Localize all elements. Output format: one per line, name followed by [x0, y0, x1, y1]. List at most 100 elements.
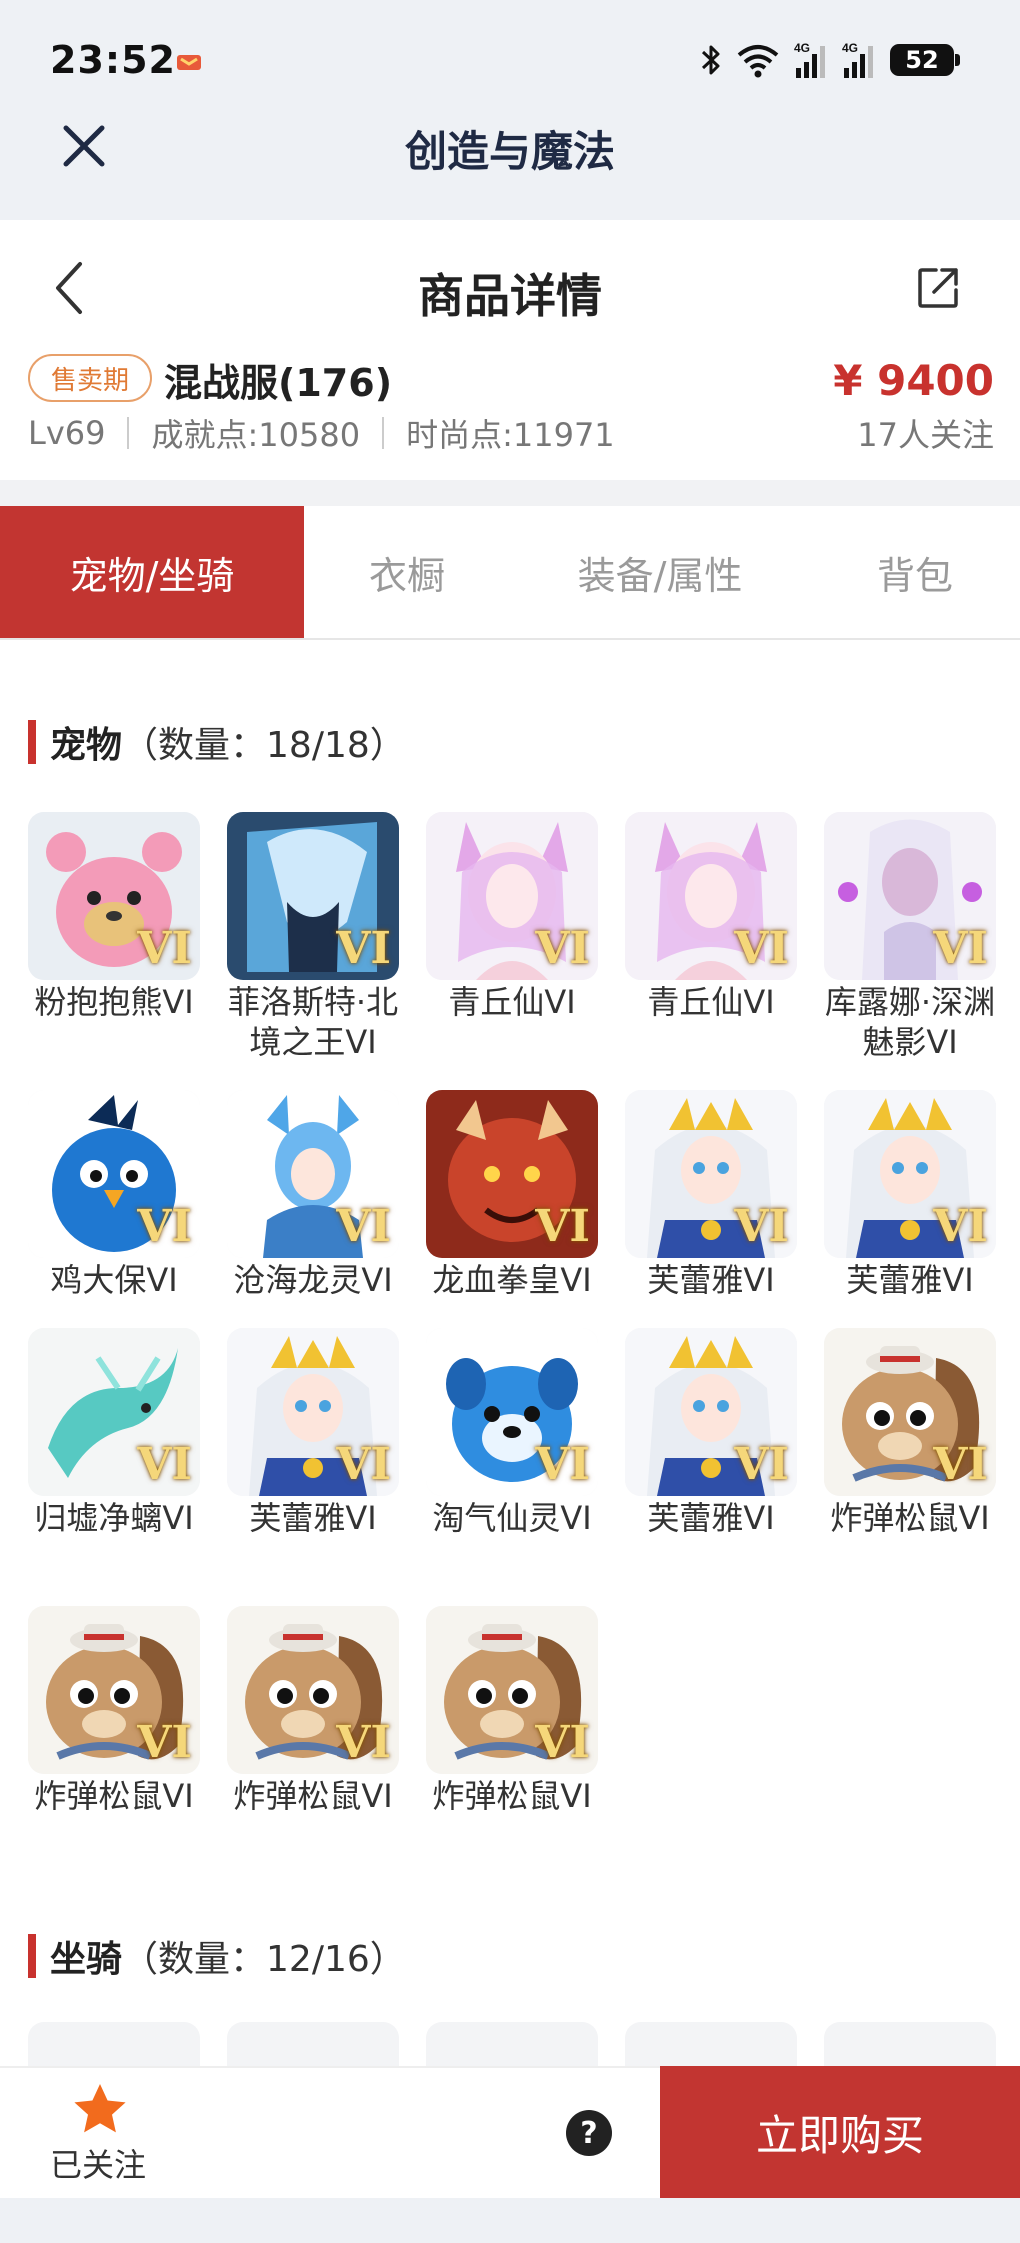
mount-thumbnail[interactable]	[426, 2022, 598, 2066]
pet-name: 青丘仙VI	[647, 983, 775, 1021]
pet-name: 炸弹松鼠VI	[830, 1499, 990, 1537]
grade-badge: VI	[336, 1717, 391, 1768]
grade-badge: VI	[137, 1717, 192, 1768]
tab-bar: 宠物/坐骑 衣橱 装备/属性 背包	[0, 506, 1020, 640]
signal-label: 4G	[842, 41, 858, 55]
pet-thumbnail[interactable]: VI	[824, 1090, 996, 1258]
pet-name: 沧海龙灵VI	[233, 1261, 393, 1299]
share-icon[interactable]	[916, 266, 960, 310]
pet-thumbnail[interactable]: VI	[28, 1328, 200, 1496]
bluetooth-icon	[701, 45, 720, 75]
page-title: 商品详情	[418, 269, 602, 323]
pet-thumbnail[interactable]: VI	[824, 1328, 996, 1496]
mounts-section-title: 坐骑 （数量：12/16）	[28, 1930, 406, 1982]
pet-thumbnail[interactable]: VI	[426, 1606, 598, 1774]
pet-thumbnail[interactable]: VI	[28, 1090, 200, 1258]
pet-thumbnail[interactable]: VI	[625, 1090, 797, 1258]
grade-badge: VI	[137, 1201, 192, 1252]
help-icon[interactable]: ?	[566, 2110, 612, 2156]
tab-wardrobe[interactable]: 衣橱	[304, 506, 510, 638]
game-notification-icon	[177, 55, 201, 70]
grade-badge: VI	[535, 923, 590, 974]
star-icon[interactable]	[70, 2080, 130, 2140]
app-bar	[0, 0, 1020, 220]
app-title: 创造与魔法	[404, 127, 615, 176]
signal-icon: 4G	[794, 41, 825, 78]
pet-thumbnail[interactable]: VI	[426, 812, 598, 980]
sale-status-badge: 售卖期	[28, 354, 152, 402]
divider	[127, 417, 130, 449]
account-stats: Lv69 成就点:10580 时尚点:11971	[28, 410, 615, 456]
grade-badge: VI	[336, 923, 391, 974]
pet-thumbnail[interactable]: VI	[227, 812, 399, 980]
wifi-icon	[737, 45, 779, 78]
pet-name: 芙蕾雅VI	[647, 1261, 775, 1299]
grade-badge: VI	[933, 1439, 988, 1490]
section-divider	[0, 480, 1020, 506]
pet-name: 炸弹松鼠VI	[432, 1777, 592, 1815]
grade-badge: VI	[336, 1439, 391, 1490]
pet-name: 芙蕾雅VI	[647, 1499, 775, 1537]
pet-name: 青丘仙VI	[448, 983, 576, 1021]
pet-thumbnail[interactable]: VI	[426, 1090, 598, 1258]
pet-thumbnail[interactable]: VI	[426, 1328, 598, 1496]
section-marker	[28, 720, 36, 764]
pet-grid: VI 粉抱抱熊VI VI 菲洛斯特·北境之王VI VI 青丘仙VI VI 青丘仙VI VI 库露娜…	[28, 812, 998, 1872]
pet-thumbnail[interactable]: VI	[227, 1328, 399, 1496]
grade-badge: VI	[336, 1201, 391, 1252]
grade-badge: VI	[734, 1439, 789, 1490]
achievement-points: 成就点:10580	[151, 416, 361, 454]
tab-equipment-attributes[interactable]: 装备/属性	[510, 506, 810, 638]
tab-backpack[interactable]: 背包	[810, 506, 1020, 638]
battery-icon: 52	[890, 44, 960, 76]
follower-count: 17人关注	[857, 416, 994, 454]
server-name: 混战服(176)	[164, 361, 393, 405]
pet-name: 归墟净螭VI	[34, 1499, 194, 1537]
section-name: 坐骑	[50, 1939, 123, 1980]
mount-thumbnail[interactable]	[28, 2022, 200, 2066]
grade-badge: VI	[535, 1439, 590, 1490]
price: ¥ 9400	[833, 356, 994, 405]
pet-name: 淘气仙灵VI	[432, 1499, 592, 1537]
pet-name: 芙蕾雅VI	[249, 1499, 377, 1537]
pet-thumbnail[interactable]: VI	[824, 812, 996, 980]
buy-now-button[interactable]: 立即购买	[660, 2066, 1020, 2198]
divider	[382, 417, 385, 449]
mount-thumbnail[interactable]	[227, 2022, 399, 2066]
followed-label[interactable]: 已关注	[50, 2140, 146, 2186]
section-marker	[28, 1934, 36, 1978]
grade-badge: VI	[933, 923, 988, 974]
level: Lv69	[28, 414, 106, 452]
grade-badge: VI	[933, 1201, 988, 1252]
mount-thumbnail[interactable]	[824, 2022, 996, 2066]
grade-badge: VI	[535, 1717, 590, 1768]
pet-name: 炸弹松鼠VI	[233, 1777, 393, 1815]
pet-name: 粉抱抱熊VI	[34, 983, 194, 1021]
grade-badge: VI	[734, 923, 789, 974]
status-icons: 4G 4G 52	[700, 40, 960, 80]
pet-name: 鸡大保VI	[50, 1261, 178, 1299]
pet-name: 龙血拳皇VI	[432, 1261, 592, 1299]
grade-badge: VI	[137, 1439, 192, 1490]
pet-name: 炸弹松鼠VI	[34, 1777, 194, 1815]
section-count: （数量：12/16）	[122, 1939, 406, 1980]
fashion-points: 时尚点:11971	[406, 416, 615, 454]
grade-badge: VI	[535, 1201, 590, 1252]
grade-badge: VI	[734, 1201, 789, 1252]
tab-pets-mounts[interactable]: 宠物/坐骑	[0, 506, 304, 638]
system-nav-strip	[0, 2198, 1020, 2243]
pet-thumbnail[interactable]: VI	[625, 812, 797, 980]
status-time: 23:52	[50, 38, 176, 82]
pet-thumbnail[interactable]: VI	[28, 812, 200, 980]
pet-thumbnail[interactable]: VI	[227, 1090, 399, 1258]
mount-grid	[28, 2022, 998, 2066]
pets-section-title: 宠物 （数量：18/18）	[28, 716, 406, 768]
pet-thumbnail[interactable]: VI	[227, 1606, 399, 1774]
pet-thumbnail[interactable]: VI	[28, 1606, 200, 1774]
signal-label: 4G	[794, 41, 810, 55]
pet-thumbnail[interactable]: VI	[625, 1328, 797, 1496]
mount-thumbnail[interactable]	[625, 2022, 797, 2066]
section-name: 宠物	[50, 725, 123, 766]
grade-badge: VI	[137, 923, 192, 974]
pet-name: 库露娜·深渊魅影VI	[824, 983, 996, 1061]
